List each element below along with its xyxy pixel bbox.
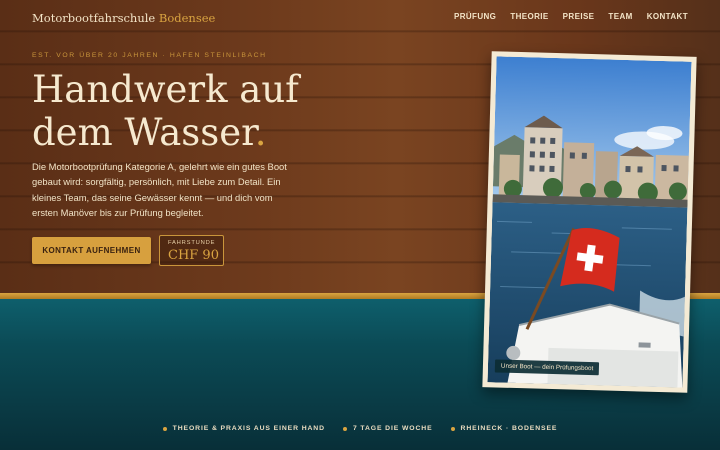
feature-label: THEORIE & PRAXIS AUS EINER HAND bbox=[172, 425, 325, 432]
headline-dot: . bbox=[254, 111, 267, 154]
nav-links: PRÜFUNG THEORIE PREISE TEAM KONTAKT bbox=[454, 12, 688, 21]
top-nav: Motorbootfahrschule Bodensee PRÜFUNG THE… bbox=[0, 0, 720, 34]
nav-link-team[interactable]: TEAM bbox=[608, 12, 632, 21]
boat-photo-illustration bbox=[487, 56, 692, 388]
feature-label: RHEINECK · BODENSEE bbox=[460, 425, 558, 432]
headline-line-2: dem Wasser bbox=[32, 111, 255, 154]
nav-link-kontakt[interactable]: KONTAKT bbox=[647, 12, 688, 21]
bullet-icon bbox=[342, 426, 347, 431]
feature-item: 7 TAGE DIE WOCHE bbox=[342, 425, 433, 432]
feature-item: RHEINECK · BODENSEE bbox=[450, 425, 558, 432]
contact-button[interactable]: KONTAKT AUFNEHMEN bbox=[32, 237, 151, 264]
hero-eyebrow: EST. VOR ÜBER 20 JAHREN · HAFEN STEINLIB… bbox=[32, 52, 267, 59]
hero-lead: Die Motorbootprüfung Kategorie A, gelehr… bbox=[32, 161, 287, 219]
brand-main: Motorbootfahrschule bbox=[32, 11, 156, 25]
nav-link-pruefung[interactable]: PRÜFUNG bbox=[454, 12, 496, 21]
price-value: CHF 90 bbox=[168, 248, 219, 263]
nav-link-theorie[interactable]: THEORIE bbox=[510, 12, 548, 21]
brand-accent: Bodensee bbox=[158, 11, 216, 25]
brand-logo[interactable]: Motorbootfahrschule Bodensee bbox=[32, 11, 215, 25]
feature-strip: THEORIE & PRAXIS AUS EINER HAND 7 TAGE D… bbox=[0, 425, 720, 432]
boat-photo-card: Unser Boot — dein Prüfungsboot bbox=[482, 51, 697, 393]
price-label: FAHRSTUNDE bbox=[168, 240, 216, 246]
boat-photo: Unser Boot — dein Prüfungsboot bbox=[487, 56, 692, 388]
headline-line-1: Handwerk auf bbox=[32, 68, 299, 111]
hero-headline: Handwerk auf dem Wasser. bbox=[32, 68, 332, 154]
price-badge: FAHRSTUNDE CHF 90 bbox=[159, 235, 224, 266]
boat-vent bbox=[638, 342, 651, 348]
nav-link-preise[interactable]: PREISE bbox=[563, 12, 595, 21]
feature-label: 7 TAGE DIE WOCHE bbox=[352, 425, 433, 432]
feature-item: THEORIE & PRAXIS AUS EINER HAND bbox=[162, 425, 325, 432]
bullet-icon bbox=[450, 426, 455, 431]
bullet-icon bbox=[162, 426, 167, 431]
